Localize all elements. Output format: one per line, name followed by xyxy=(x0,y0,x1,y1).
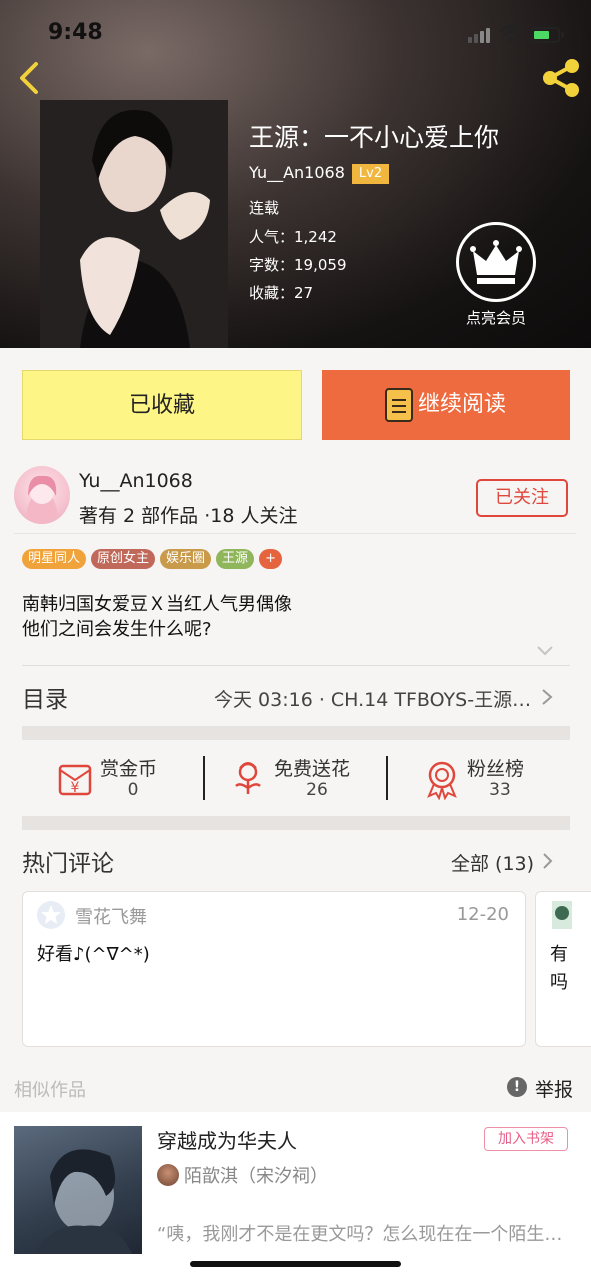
description-line: 南韩归国女爱豆Ｘ当红人气男偶像 xyxy=(22,594,292,615)
book-title: 王源：一不小心爱上你 xyxy=(249,123,500,152)
commenter-avatar xyxy=(552,901,572,929)
status-time: 9:48 xyxy=(48,20,103,45)
latest-chapter-link[interactable]: 今天 03:16 · CH.14 TFBOYS-王源… xyxy=(214,685,534,712)
stat-value: 26 xyxy=(306,780,328,800)
chevron-right-icon[interactable] xyxy=(541,852,554,870)
comment-user[interactable]: 雪花飞舞 xyxy=(75,903,147,929)
similar-title[interactable]: 穿越成为华夫人 xyxy=(157,1125,297,1154)
status-bar: 9:48 xyxy=(0,0,591,60)
comment-card[interactable]: 雪花飞舞 12-20 好看♪(^∇^*) xyxy=(22,891,526,1047)
tag-chip[interactable]: 原创女主 xyxy=(91,549,156,569)
section-band xyxy=(22,816,570,830)
comment-text: 好看♪(^∇^*) xyxy=(37,944,150,965)
author-summary: 著有 2 部作品 ·18 人关注 xyxy=(79,505,298,527)
level-badge: Lv2 xyxy=(352,164,389,184)
coin-envelope-icon: ¥ xyxy=(58,764,92,796)
all-comments-link[interactable]: 全部 (13) xyxy=(451,849,534,876)
book-description: 南韩归国女爱豆Ｘ当红人气男偶像 他们之间会发生什么呢? xyxy=(22,592,292,642)
similar-works-heading: 相似作品 xyxy=(14,1080,86,1101)
tag-chip[interactable]: 王源 xyxy=(216,549,255,569)
crown-icon xyxy=(456,222,536,302)
popularity-count: 人气：1,242 xyxy=(249,228,337,246)
svg-text:¥: ¥ xyxy=(71,780,80,796)
toc-label[interactable]: 目录 xyxy=(22,680,68,714)
similar-author-avatar xyxy=(157,1164,179,1186)
tag-chip[interactable]: 明星同人 xyxy=(22,549,87,569)
stat-label: 免费送花 xyxy=(274,758,351,780)
medal-icon xyxy=(427,761,457,800)
follow-button[interactable]: 已关注 xyxy=(476,479,568,517)
book-author[interactable]: Yu__An1068 xyxy=(249,163,345,182)
book-header: 9:48 王源：一不小心爱上你 Yu__An1068 Lv2 连载 人气：1,2… xyxy=(0,0,591,348)
divider xyxy=(386,756,388,800)
similar-cover-image[interactable] xyxy=(14,1126,142,1254)
reward-coins-button[interactable]: ¥ 赏金币 0 xyxy=(58,754,188,804)
add-to-shelf-button[interactable]: 加入书架 xyxy=(484,1127,568,1151)
comment-date: 12-20 xyxy=(456,904,509,925)
hot-comments-heading: 热门评论 xyxy=(22,851,114,877)
flower-icon xyxy=(235,762,261,794)
book-cover-image[interactable] xyxy=(40,100,228,348)
report-label: 举报 xyxy=(535,1079,574,1101)
comment-text: 有 xyxy=(550,944,568,965)
similar-excerpt: “咦，我刚才不是在更文吗？怎么现在在一个陌生… xyxy=(157,1224,563,1245)
continue-reading-button[interactable]: 继续阅读 xyxy=(322,370,570,440)
stat-label: 赏金币 xyxy=(100,758,158,780)
add-tag-button[interactable]: + xyxy=(259,549,282,569)
stat-value: 0 xyxy=(127,780,139,800)
send-flowers-button[interactable]: 免费送花 26 xyxy=(232,754,372,804)
divider xyxy=(203,756,205,800)
favorites-count: 收藏：27 xyxy=(249,284,314,302)
divider xyxy=(22,665,570,666)
cellular-signal-icon xyxy=(468,27,494,43)
wifi-icon xyxy=(499,25,523,43)
similar-author[interactable]: 陌歆淇（宋汐祠） xyxy=(184,1162,328,1188)
comment-text: 吗 xyxy=(550,972,568,993)
continue-reading-label: 继续阅读 xyxy=(418,392,507,417)
book-status: 连载 xyxy=(249,199,280,217)
tag-chip[interactable]: 娱乐圈 xyxy=(160,549,212,569)
divider xyxy=(14,533,576,534)
stat-label: 粉丝榜 xyxy=(467,758,525,780)
author-name[interactable]: Yu__An1068 xyxy=(79,470,193,492)
vip-label: 点亮会员 xyxy=(465,309,526,327)
home-indicator[interactable] xyxy=(190,1261,401,1267)
share-icon[interactable] xyxy=(540,58,584,98)
comment-card[interactable]: 有 吗 xyxy=(535,891,591,1047)
exclamation-icon: ! xyxy=(507,1077,527,1097)
star-avatar-icon xyxy=(37,901,65,929)
book-icon xyxy=(385,388,413,422)
stat-value: 33 xyxy=(489,780,511,800)
battery-icon xyxy=(530,27,564,43)
vip-membership-button[interactable]: 点亮会员 xyxy=(455,222,537,332)
description-line: 他们之间会发生什么呢? xyxy=(22,619,212,640)
collected-button[interactable]: 已收藏 xyxy=(22,370,302,440)
tag-list: 明星同人 原创女主 娱乐圈 王源 + xyxy=(22,549,282,569)
similar-work-item[interactable]: 穿越成为华夫人 加入书架 陌歆淇（宋汐祠） “咦，我刚才不是在更文吗？怎么现在在… xyxy=(0,1112,591,1280)
fan-ranking-button[interactable]: 粉丝榜 33 xyxy=(425,754,565,804)
word-count: 字数：19,059 xyxy=(249,256,347,274)
chevron-right-icon[interactable] xyxy=(540,688,554,706)
section-band xyxy=(22,726,570,740)
chevron-down-icon[interactable] xyxy=(535,643,555,657)
back-arrow-icon[interactable] xyxy=(12,60,48,96)
author-avatar[interactable] xyxy=(14,466,70,524)
